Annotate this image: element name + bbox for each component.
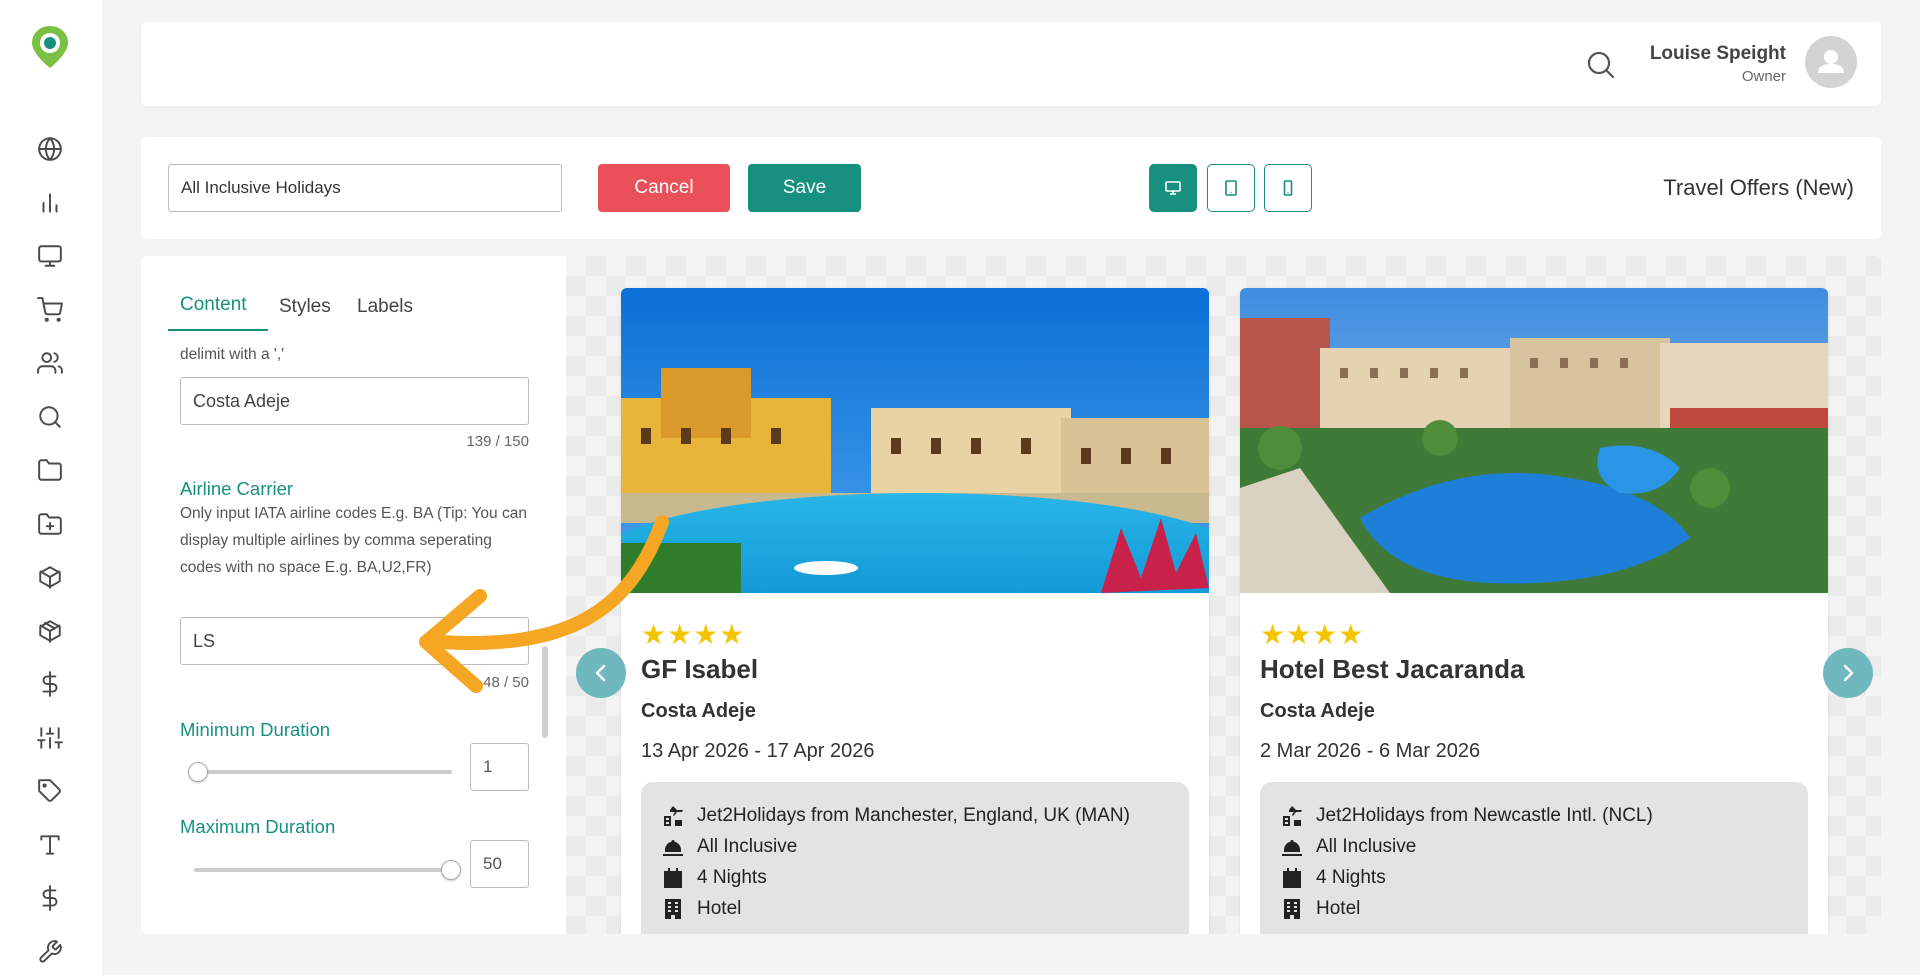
wrench-icon[interactable] — [36, 938, 64, 966]
type-row: Hotel — [661, 897, 741, 921]
desktop-view-button[interactable] — [1149, 164, 1197, 212]
dollar-icon[interactable] — [36, 670, 64, 698]
travel-dates: 13 Apr 2026 - 17 Apr 2026 — [641, 740, 875, 762]
max-duration-input[interactable] — [470, 840, 529, 888]
type-text: Hotel — [697, 898, 742, 919]
nights-text: 4 Nights — [697, 867, 767, 888]
calendar-icon — [664, 868, 682, 888]
nights-row: 4 Nights — [1280, 866, 1386, 890]
cloche-icon — [1282, 840, 1302, 856]
top-header: Louise Speight Owner — [141, 22, 1881, 106]
airline-carrier-field[interactable] — [180, 617, 529, 665]
nights-text: 4 Nights — [1316, 867, 1386, 888]
monitor-icon[interactable] — [36, 242, 64, 270]
board-text: All Inclusive — [1316, 836, 1417, 857]
left-sidebar — [0, 0, 102, 975]
chevron-left-icon — [595, 664, 606, 682]
tab-content[interactable]: Content — [180, 294, 247, 316]
bar-chart-icon[interactable] — [36, 189, 64, 217]
travel-dates: 2 Mar 2026 - 6 Mar 2026 — [1260, 740, 1481, 762]
offer-name-input[interactable] — [168, 164, 562, 212]
board-row: All Inclusive — [1280, 835, 1416, 859]
tablet-icon — [1225, 180, 1237, 196]
provider-text: Jet2Holidays from Manchester, England, U… — [697, 805, 1130, 826]
max-duration-slider-handle[interactable] — [441, 860, 461, 880]
tab-styles[interactable]: Styles — [279, 296, 331, 318]
delimit-hint: delimit with a ',' — [180, 346, 285, 363]
carousel-prev-button[interactable] — [576, 648, 626, 698]
package-icon[interactable] — [36, 617, 64, 645]
destination-field[interactable] — [180, 377, 529, 425]
panel-scrollbar[interactable] — [542, 646, 548, 738]
board-text: All Inclusive — [697, 836, 798, 857]
max-duration-label: Maximum Duration — [180, 816, 336, 837]
tab-labels[interactable]: Labels — [357, 296, 413, 318]
provider-text: Jet2Holidays from Newcastle Intl. (NCL) — [1316, 805, 1653, 826]
active-tab-indicator — [168, 329, 268, 331]
min-duration-slider-handle[interactable] — [188, 762, 208, 782]
board-row: All Inclusive — [661, 835, 797, 859]
type-icon[interactable] — [36, 831, 64, 859]
calendar-icon — [1283, 868, 1301, 888]
search-icon[interactable] — [1586, 50, 1616, 80]
users-icon[interactable] — [36, 349, 64, 377]
airline-carrier-label: Airline Carrier — [180, 478, 294, 499]
offer-details: Jet2Holidays from Manchester, England, U… — [641, 782, 1189, 934]
building-icon — [1284, 899, 1300, 919]
offer-card[interactable]: ★★★★ GF Isabel Costa Adeje 13 Apr 2026 -… — [621, 288, 1209, 934]
tablet-view-button[interactable] — [1207, 164, 1255, 212]
cart-icon[interactable] — [36, 296, 64, 324]
folder-plus-icon[interactable] — [36, 510, 64, 538]
search-icon[interactable] — [36, 403, 64, 431]
nights-row: 4 Nights — [661, 866, 767, 890]
preview-canvas: ★★★★ GF Isabel Costa Adeje 13 Apr 2026 -… — [566, 256, 1881, 934]
hotel-photo — [621, 288, 1209, 593]
settings-panel: Content Styles Labels delimit with a ','… — [141, 256, 566, 934]
dollar-icon[interactable] — [36, 884, 64, 912]
tag-icon[interactable] — [36, 777, 64, 805]
provider-row: Jet2Holidays from Manchester, England, U… — [661, 804, 1130, 828]
star-rating: ★★★★ — [641, 619, 746, 650]
type-row: Hotel — [1280, 897, 1360, 921]
resort-name: Costa Adeje — [1260, 700, 1375, 722]
page-title: Travel Offers (New) — [1663, 175, 1854, 200]
min-duration-slider[interactable] — [194, 770, 452, 774]
airline-hint: Only input IATA airline codes E.g. BA (T… — [180, 505, 527, 576]
provider-row: Jet2Holidays from Newcastle Intl. (NCL) — [1280, 804, 1653, 828]
chevron-right-icon — [1843, 664, 1854, 682]
logo-icon[interactable] — [30, 24, 70, 70]
folder-icon[interactable] — [36, 456, 64, 484]
plane-hotel-icon — [1283, 806, 1302, 826]
phone-icon — [1283, 180, 1293, 196]
cloche-icon — [663, 840, 683, 856]
hotel-name: GF Isabel — [641, 654, 759, 684]
user-role: Owner — [1741, 68, 1786, 85]
carousel-next-button[interactable] — [1823, 648, 1873, 698]
offer-details: Jet2Holidays from Newcastle Intl. (NCL) … — [1260, 782, 1808, 934]
destination-counter: 139 / 150 — [466, 433, 529, 450]
min-duration-input[interactable] — [470, 743, 529, 791]
star-rating: ★★★★ — [1260, 619, 1365, 650]
type-text: Hotel — [1316, 898, 1361, 919]
box-icon[interactable] — [36, 563, 64, 591]
hotel-photo — [1240, 288, 1828, 593]
building-icon — [665, 899, 681, 919]
offer-card[interactable]: ★★★★ Hotel Best Jacaranda Costa Adeje 2 … — [1240, 288, 1828, 934]
min-duration-label: Minimum Duration — [180, 719, 331, 740]
save-button[interactable]: Save — [748, 164, 861, 212]
max-duration-slider[interactable] — [194, 868, 452, 872]
hotel-name: Hotel Best Jacaranda — [1260, 654, 1525, 684]
avatar[interactable] — [1805, 36, 1857, 88]
mobile-view-button[interactable] — [1264, 164, 1312, 212]
plane-hotel-icon — [664, 806, 683, 826]
user-name: Louise Speight — [1649, 43, 1786, 64]
resort-name: Costa Adeje — [641, 700, 756, 722]
user-icon — [1818, 50, 1844, 73]
cancel-button[interactable]: Cancel — [598, 164, 730, 212]
sliders-icon[interactable] — [36, 724, 64, 752]
editor-toolbar: Cancel Save Travel Offers (New) — [141, 137, 1881, 239]
airline-counter: 48 / 50 — [483, 674, 529, 691]
monitor-icon — [1165, 181, 1181, 195]
globe-icon[interactable] — [36, 135, 64, 163]
